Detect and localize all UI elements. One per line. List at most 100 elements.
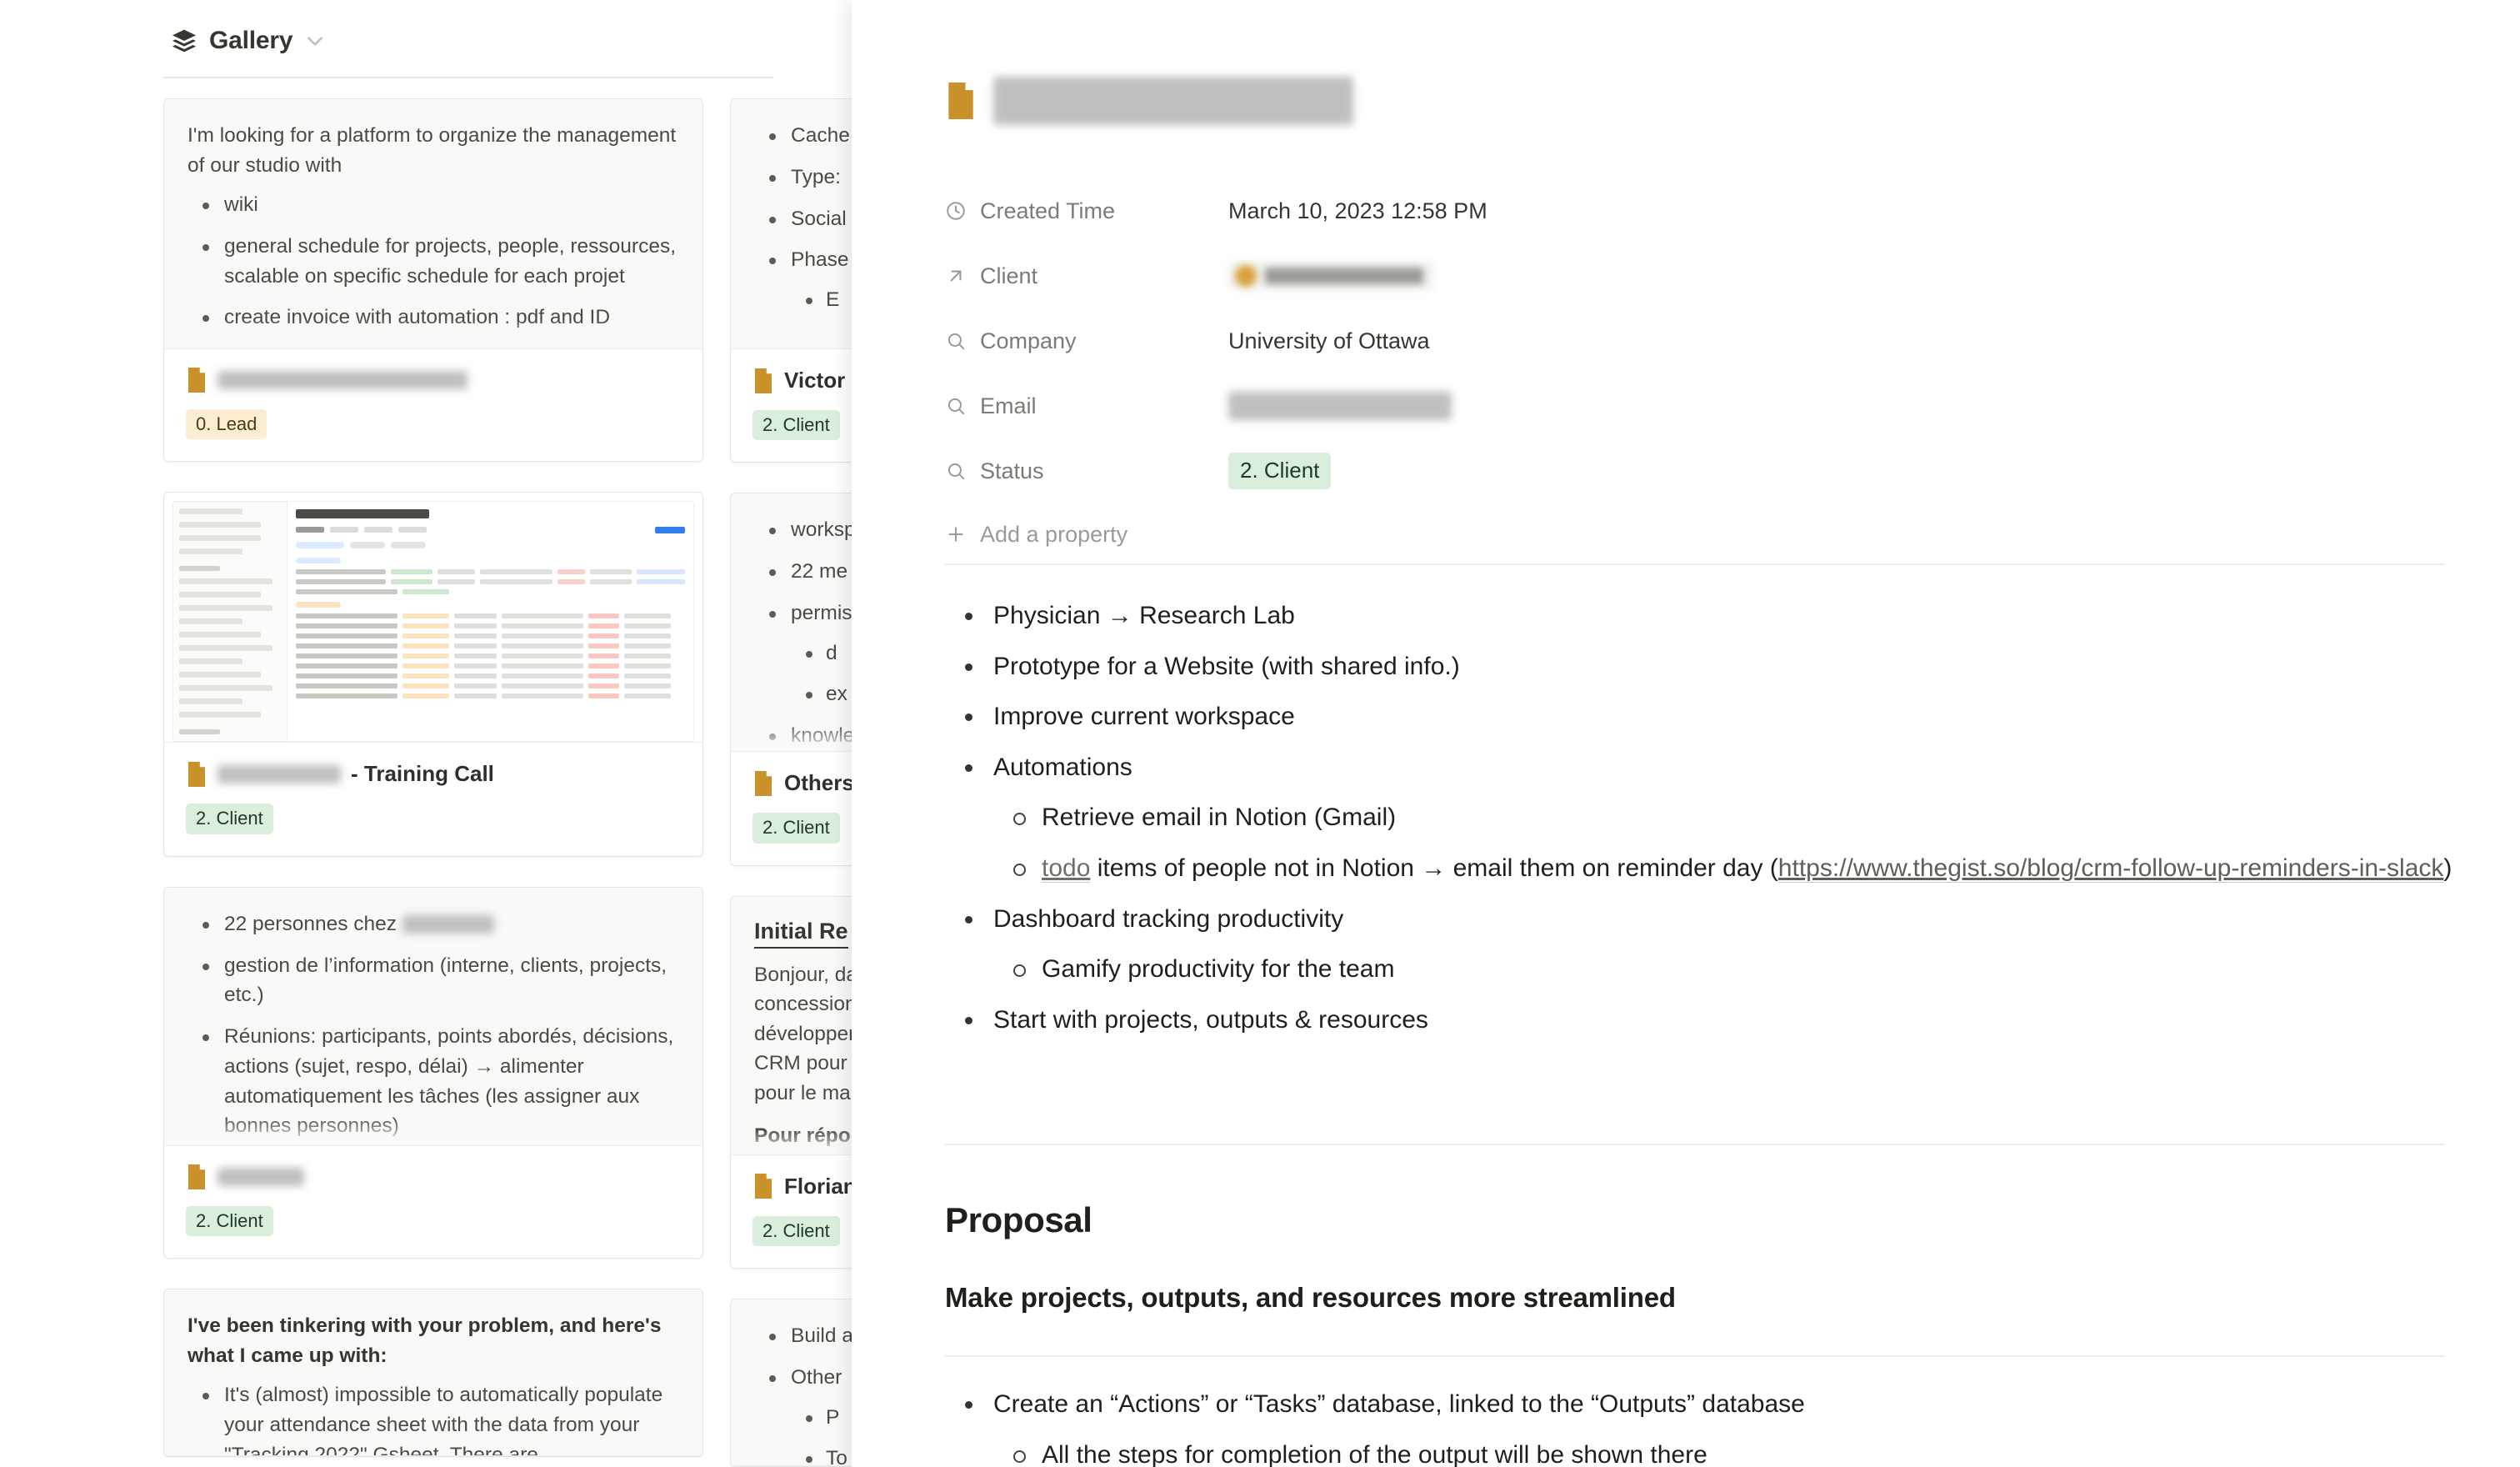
add-property-label: Add a property — [980, 521, 1128, 547]
page-content-bullets: Physician → Research Lab Prototype for a… — [945, 598, 2470, 1053]
preview-fade — [731, 1125, 852, 1154]
document-icon — [186, 1164, 208, 1189]
gallery-column-1: I'm looking for a platform to organize t… — [163, 98, 703, 1467]
gallery-card[interactable]: Cache Type: Social Phase E Victor 2. Cli… — [730, 98, 852, 463]
card-title-redacted — [218, 764, 341, 784]
status-badge: 2. Client — [752, 410, 840, 441]
card-preview: Build a Other P To — [731, 1299, 852, 1467]
property-row-company[interactable]: Company University of Ottawa — [945, 308, 2445, 373]
arrow-up-right-icon — [945, 265, 967, 287]
card-title-row — [186, 368, 681, 393]
card-preview: Cache Type: Social Phase E — [731, 99, 852, 349]
list-item: Prototype for a Website (with shared inf… — [945, 649, 2470, 685]
gallery-column-2: Cache Type: Social Phase E Victor 2. Cli… — [730, 98, 852, 1467]
clock-icon — [945, 200, 967, 222]
card-preview: 22 personnes chez gestion de l’informati… — [164, 887, 702, 1146]
preview-fade — [164, 320, 702, 348]
list-item: Dashboard tracking productivity Gamify p… — [945, 902, 2470, 988]
proposal-subheading: Make projects, outputs, and resources mo… — [945, 1282, 1676, 1313]
document-icon — [945, 83, 977, 119]
property-label: Client — [945, 263, 1228, 289]
card-thumbnail — [164, 493, 702, 744]
list-item: 22 me — [754, 557, 852, 587]
list-item-label: Automations — [993, 753, 1132, 781]
card-title-row: Victor — [752, 368, 852, 393]
card-body: Others 2. Client — [731, 752, 852, 865]
list-item-text-end: ) — [2443, 854, 2452, 882]
card-preview: I'm looking for a platform to organize t… — [164, 99, 702, 349]
chevron-down-icon[interactable] — [304, 30, 326, 52]
card-preview: Initial Re Bonjour, da concession dévelo… — [731, 896, 852, 1155]
list-item: ex — [791, 679, 852, 709]
gallery-card[interactable]: - Training Call 2. Client — [163, 492, 703, 857]
list-item-label: Dashboard tracking productivity — [993, 904, 1344, 933]
card-title: Florian — [784, 1173, 852, 1199]
todo-link[interactable]: todo — [1042, 854, 1091, 883]
gallery-card[interactable]: Build a Other P To — [730, 1299, 852, 1467]
property-label: Company — [945, 328, 1228, 354]
gallery-card[interactable]: Initial Re Bonjour, da concession dévelo… — [730, 895, 852, 1269]
search-icon — [945, 330, 967, 352]
property-label: Created Time — [945, 198, 1228, 224]
thumbnail-sidebar — [173, 502, 288, 742]
card-title-redacted — [218, 371, 468, 389]
plus-icon — [945, 523, 967, 545]
list-item: gestion de l’information (interne, clien… — [188, 951, 679, 1011]
page-peek-panel: Created Time March 10, 2023 12:58 PM Cli… — [852, 0, 2520, 1467]
status-badge: 2. Client — [752, 813, 840, 844]
card-title: Others — [784, 770, 852, 796]
preview-fade — [731, 723, 852, 752]
card-title-row: Others — [752, 770, 852, 796]
list-item: Type: — [754, 163, 852, 193]
proposal-heading: Proposal — [945, 1200, 1092, 1239]
status-badge: 2. Client — [1228, 453, 1332, 489]
list-item: permis d ex — [754, 598, 852, 709]
card-preview-list: Cache Type: Social Phase E — [754, 121, 852, 315]
gallery-header[interactable]: Gallery — [171, 27, 326, 55]
gallery-card[interactable]: 22 personnes chez gestion de l’informati… — [163, 886, 703, 1259]
list-item: Create an “Actions” or “Tasks” database,… — [945, 1387, 2470, 1467]
list-item: 22 personnes chez — [188, 909, 679, 939]
property-value: March 10, 2023 12:58 PM — [1228, 198, 1488, 223]
card-title-row: - Training Call — [186, 761, 681, 787]
property-row-created-time[interactable]: Created Time March 10, 2023 12:58 PM — [945, 178, 2445, 243]
list-item: To — [791, 1444, 852, 1465]
search-icon — [945, 460, 967, 482]
list-item: Improve current workspace — [945, 699, 2470, 735]
gallery-card[interactable]: I'm looking for a platform to organize t… — [163, 98, 703, 463]
card-title: Victor — [784, 368, 846, 393]
status-badge: 2. Client — [186, 1205, 273, 1237]
card-preview-list: It's (almost) impossible to automaticall… — [188, 1380, 679, 1455]
card-body: Victor 2. Client — [731, 349, 852, 463]
proposal-bullets: Create an “Actions” or “Tasks” database,… — [945, 1387, 2470, 1467]
content-divider-middle — [945, 1144, 2445, 1145]
add-property-button[interactable]: Add a property — [945, 503, 2445, 565]
property-value-redacted[interactable] — [1228, 392, 1452, 420]
gallery-card[interactable]: I've been tinkering with your problem, a… — [163, 1289, 703, 1458]
property-value-relation-redacted[interactable] — [1228, 262, 1433, 290]
card-title-redacted — [218, 1167, 304, 1186]
card-preview-list: 22 personnes chez gestion de l’informati… — [188, 909, 679, 1141]
list-item: Other P To — [754, 1363, 852, 1465]
content-divider-top — [945, 563, 2445, 565]
property-row-status[interactable]: Status 2. Client — [945, 438, 2445, 503]
list-item: d — [791, 638, 852, 668]
page-title-redacted — [993, 77, 1353, 125]
property-name: Status — [980, 458, 1044, 483]
list-item: Cache — [754, 121, 852, 151]
gallery-pane: Gallery I'm looking for a platform to or… — [0, 0, 852, 1467]
page-title-row[interactable] — [945, 77, 1353, 125]
list-item: Gamify productivity for the team — [993, 952, 2470, 988]
property-row-client[interactable]: Client — [945, 243, 2445, 308]
external-link[interactable]: https://www.thegist.so/blog/crm-follow-u… — [1778, 854, 2444, 883]
list-item: general schedule for projects, people, r… — [188, 232, 679, 292]
property-name: Email — [980, 393, 1037, 418]
card-body: 2. Client — [164, 1145, 702, 1259]
thumbnail-main — [288, 502, 693, 741]
property-row-email[interactable]: Email — [945, 373, 2445, 438]
status-badge: 2. Client — [752, 1215, 840, 1247]
properties-list: Created Time March 10, 2023 12:58 PM Cli… — [945, 178, 2445, 565]
gallery-card[interactable]: worksp 22 me permis d ex knowle — [730, 493, 852, 866]
peek-content: Created Time March 10, 2023 12:58 PM Cli… — [852, 0, 2520, 1467]
card-preview-paragraph: Bonjour, da concession développer CRM po… — [754, 963, 852, 1104]
